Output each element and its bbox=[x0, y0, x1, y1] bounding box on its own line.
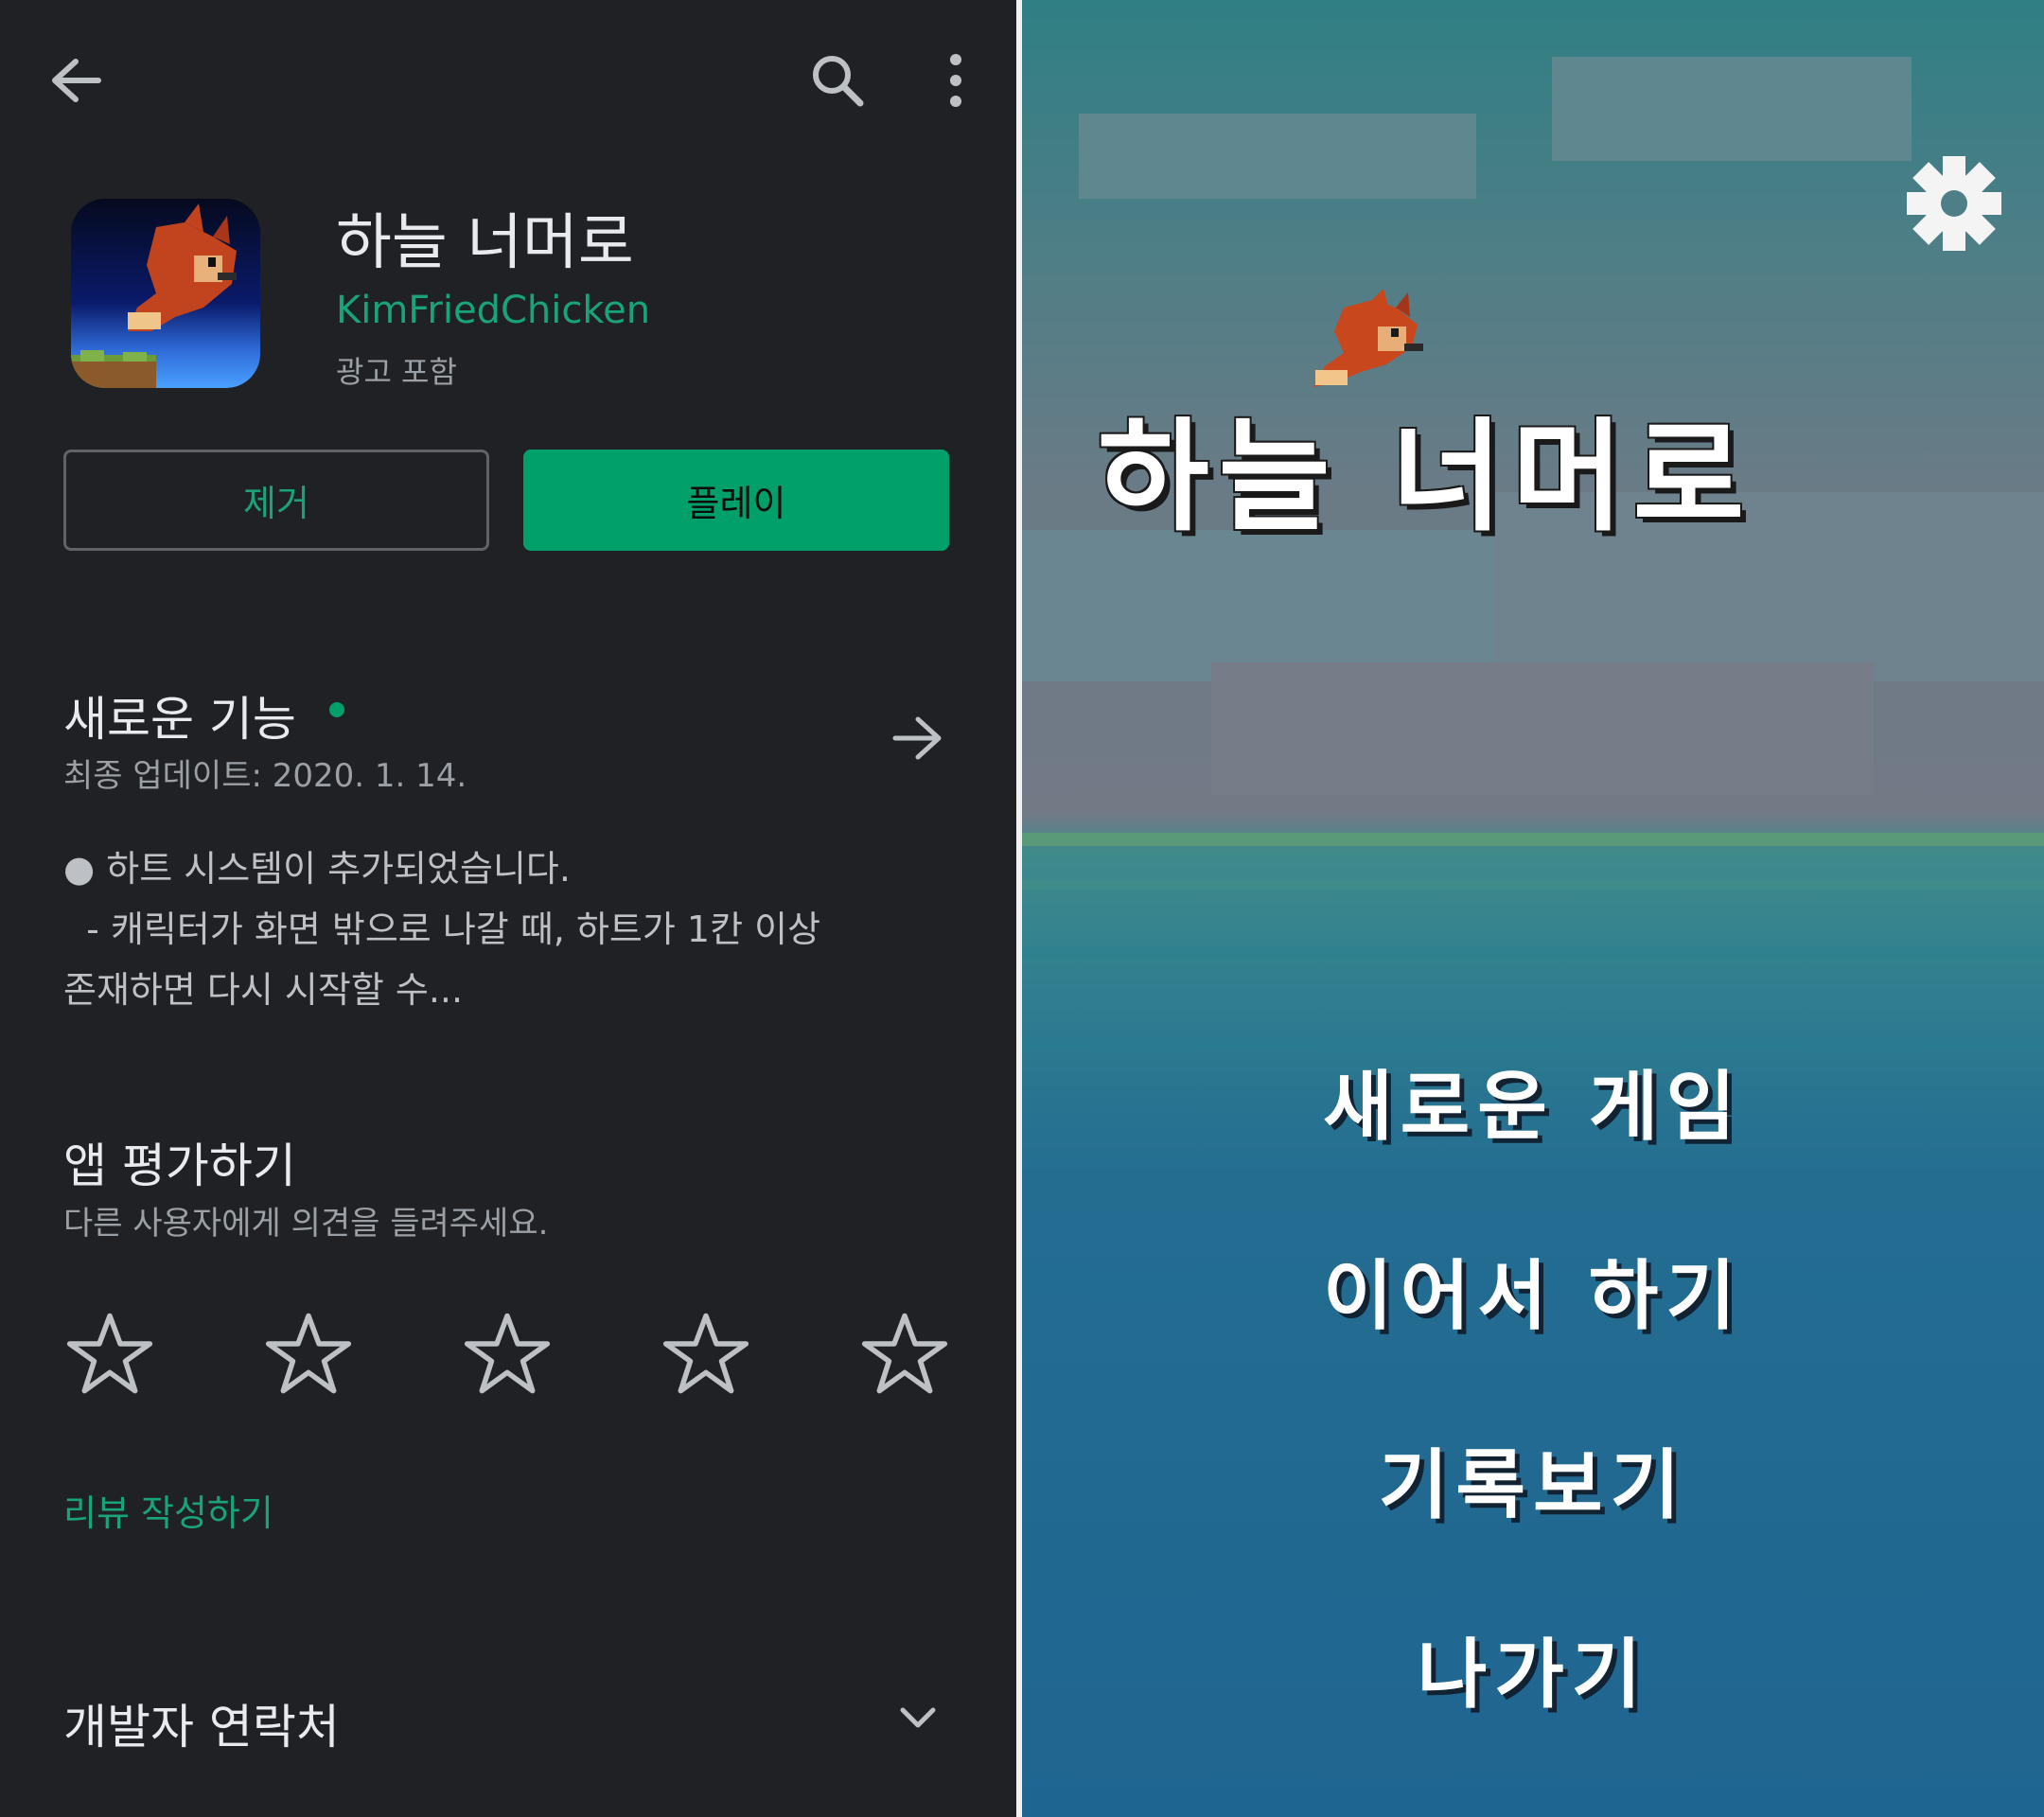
wave-stripe bbox=[1022, 1155, 2044, 1164]
gear-icon[interactable] bbox=[1902, 151, 2006, 256]
new-game-button[interactable]: 새로운 게임 bbox=[1022, 1046, 2044, 1155]
app-icon bbox=[71, 199, 260, 388]
continue-button[interactable]: 이어서 하기 bbox=[1022, 1235, 2044, 1345]
cloud bbox=[1079, 114, 1476, 199]
uninstall-button[interactable]: 제거 bbox=[63, 450, 489, 551]
cloud bbox=[1211, 662, 1874, 795]
uninstall-label: 제거 bbox=[243, 483, 309, 524]
rate-app-heading: 앱 평가하기 bbox=[63, 1138, 296, 1193]
game-title: 하늘 너머로 bbox=[1098, 407, 1754, 548]
back-arrow-icon[interactable] bbox=[38, 47, 114, 114]
horizon-stripe bbox=[1022, 833, 2044, 846]
play-label: 플레이 bbox=[686, 483, 786, 524]
fox-character bbox=[1313, 289, 1423, 387]
chevron-down-icon[interactable] bbox=[885, 1685, 951, 1751]
game-screen bbox=[1022, 0, 2044, 1817]
developer-contact-heading[interactable]: 개발자 연락처 bbox=[63, 1689, 340, 1757]
contains-ads-label: 광고 포함 bbox=[336, 354, 457, 390]
star-outline-icon[interactable] bbox=[662, 1311, 749, 1398]
exit-button[interactable]: 나가기 bbox=[1022, 1614, 2044, 1723]
whats-new-line-2: - 캐릭터가 화면 밖으로 나갈 때, 하트가 1칸 이상 bbox=[63, 908, 821, 950]
app-title: 하늘 너머로 bbox=[336, 208, 634, 278]
rate-app-subtitle: 다른 사용자에게 의견을 들려주세요. bbox=[63, 1205, 549, 1243]
whats-new-heading: 새로운 기능 bbox=[63, 692, 296, 747]
last-updated-text: 최종 업데이트: 2020. 1. 14. bbox=[63, 757, 467, 795]
whats-new-line-1: ● 하트 시스템이 추가되었습니다. bbox=[63, 848, 571, 890]
play-store-panel: 하늘 너머로 KimFriedChicken 광고 포함 제거 플레이 새로운 … bbox=[0, 0, 1016, 1817]
search-icon[interactable] bbox=[800, 47, 875, 114]
star-outline-icon[interactable] bbox=[464, 1311, 551, 1398]
play-button[interactable]: 플레이 bbox=[523, 450, 949, 551]
star-outline-icon[interactable] bbox=[861, 1311, 948, 1398]
records-button[interactable]: 기록보기 bbox=[1022, 1424, 2044, 1534]
star-outline-icon[interactable] bbox=[265, 1311, 352, 1398]
more-vert-icon[interactable] bbox=[923, 47, 989, 114]
whats-new-line-3: 존재하면 다시 시작할 수... bbox=[63, 969, 464, 1011]
whats-new-body: ● 하트 시스템이 추가되었습니다. - 캐릭터가 화면 밖으로 나갈 때, 하… bbox=[63, 838, 1000, 1020]
wave-stripe bbox=[1022, 946, 2044, 958]
new-dot-badge bbox=[329, 702, 344, 717]
developer-link[interactable]: KimFriedChicken bbox=[336, 289, 650, 332]
write-review-link[interactable]: 리뷰 작성하기 bbox=[63, 1484, 273, 1536]
star-outline-icon[interactable] bbox=[66, 1311, 153, 1398]
wave-stripe bbox=[1022, 880, 2044, 890]
arrow-right-icon[interactable] bbox=[885, 705, 951, 771]
cloud bbox=[1552, 57, 1912, 161]
